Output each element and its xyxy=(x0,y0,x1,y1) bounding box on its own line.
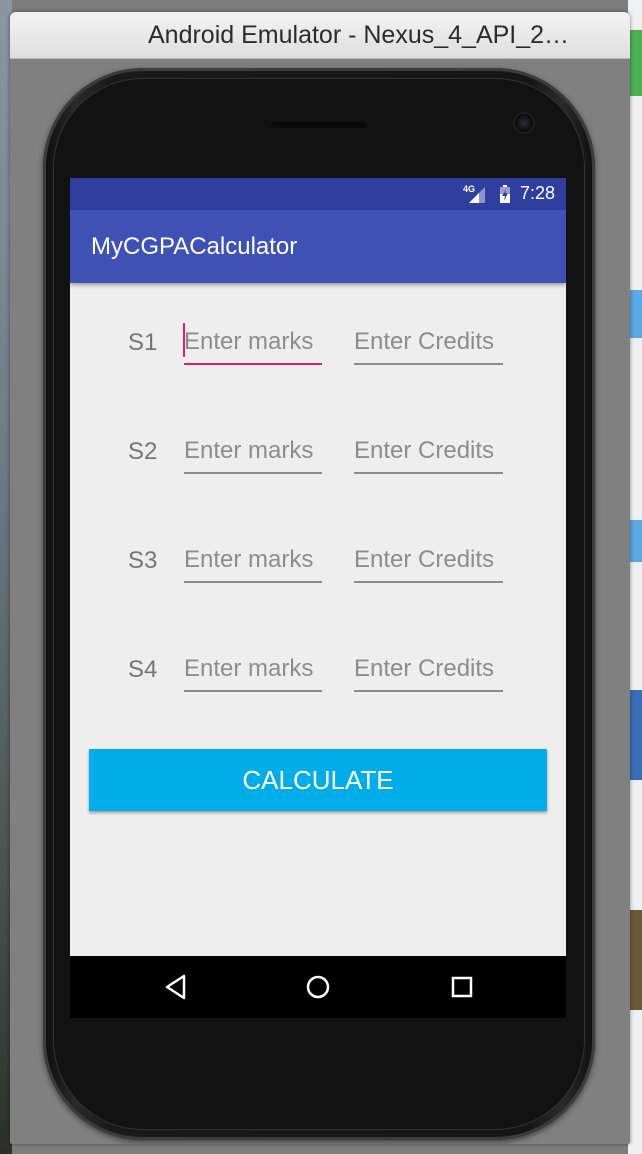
app-bar: MyCGPACalculator xyxy=(70,210,566,283)
s4-credits-input[interactable] xyxy=(354,648,503,692)
desktop-thumbnail xyxy=(628,290,642,338)
desktop-thumbnail xyxy=(628,520,642,562)
s4-marks-input[interactable] xyxy=(184,648,322,692)
s1-credits-input[interactable] xyxy=(354,321,503,365)
s1-marks-input[interactable] xyxy=(184,321,322,365)
semester-label: S3 xyxy=(128,547,158,574)
window-titlebar[interactable]: Android Emulator - Nexus_4_API_2… xyxy=(10,12,630,59)
s3-credits-input[interactable] xyxy=(354,539,503,583)
semester-row-s1: S1 xyxy=(70,319,566,379)
s2-credits-input[interactable] xyxy=(354,430,503,474)
semester-label: S4 xyxy=(128,656,158,683)
text-cursor xyxy=(183,323,185,357)
semester-row-s4: S4 xyxy=(70,646,566,706)
desktop-thumbnail xyxy=(628,30,642,96)
desktop-thumbnail xyxy=(628,910,642,1010)
back-triangle-icon[interactable] xyxy=(158,969,194,1005)
desktop-thumbnail xyxy=(628,690,642,780)
status-time: 7:28 xyxy=(520,183,556,203)
semester-label: S2 xyxy=(128,438,158,465)
device-screen: 4G 7:28 MyCGPACalculator S1 Enter marks … xyxy=(70,178,566,1006)
calculate-button[interactable]: CALCULATE xyxy=(89,749,547,811)
earpiece-speaker xyxy=(271,122,367,128)
home-circle-icon[interactable] xyxy=(300,969,336,1005)
status-bar: 4G 7:28 xyxy=(70,178,566,210)
emulator-window: Android Emulator - Nexus_4_API_2… 4G 7:2… xyxy=(10,12,630,1144)
s2-marks-input[interactable] xyxy=(184,430,322,474)
front-camera-icon xyxy=(515,114,533,132)
navigation-bar xyxy=(70,956,566,1018)
semester-row-s3: S3 xyxy=(70,537,566,597)
app-title: MyCGPACalculator xyxy=(91,233,298,260)
s3-marks-input[interactable] xyxy=(184,539,322,583)
recents-square-icon[interactable] xyxy=(444,969,480,1005)
window-title: Android Emulator - Nexus_4_API_2… xyxy=(148,21,570,49)
signal-icon: 4G xyxy=(463,184,487,204)
battery-icon xyxy=(500,185,510,203)
semester-label: S1 xyxy=(128,329,158,356)
desktop-background-right xyxy=(628,0,642,1154)
semester-row-s2: S2 xyxy=(70,428,566,488)
